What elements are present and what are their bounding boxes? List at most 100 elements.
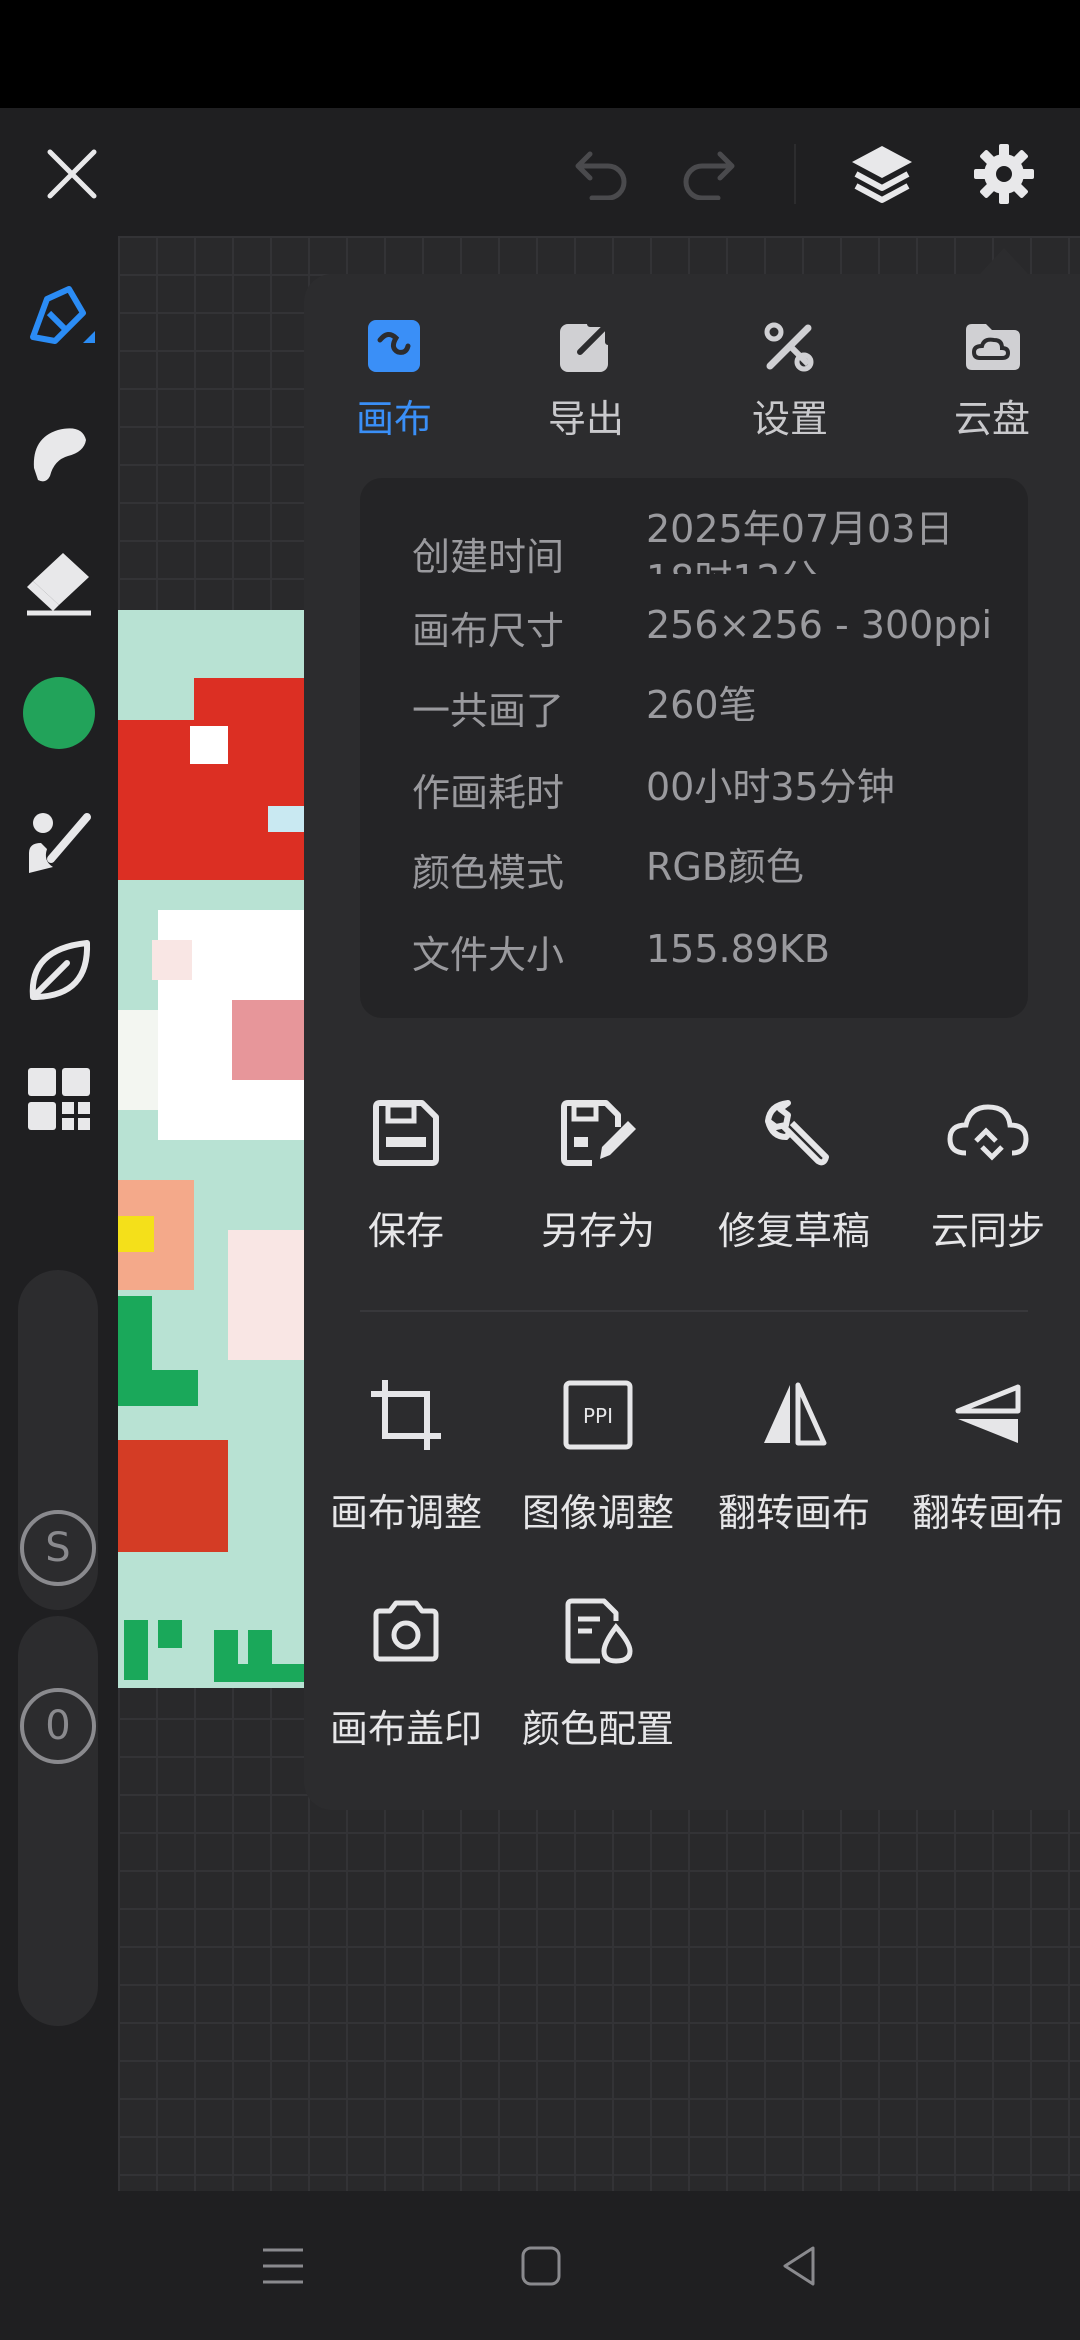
art-green-leaf [152,1370,198,1406]
grid-icon[interactable] [14,1054,104,1144]
info-value: 00小时35分钟 [646,765,895,809]
art-bottom [118,1620,304,1688]
cloud-sync-button[interactable]: 云同步 [890,1090,1080,1270]
settings-tools-icon [758,314,822,378]
info-key: 作画耗时 [412,771,565,815]
cloud-sync-icon [945,1090,1031,1176]
canvas-menu-panel: 画布 导出 设置 云盘 创建时间 2025年07月03日 18时12分 画布尺寸… [304,274,1080,1810]
info-row-file-size: 文件大小 155.89KB [412,902,1012,982]
eraser-icon[interactable] [14,538,104,628]
save-button[interactable]: 保存 [308,1090,504,1270]
canvas-info-card: 创建时间 2025年07月03日 18时12分 画布尺寸 256×256 - 3… [360,478,1028,1018]
action-label: 云同步 [930,1209,1045,1253]
color-config-icon [555,1588,641,1674]
action-label: 翻转画布 [717,1491,870,1535]
cloud-folder-icon [960,314,1024,378]
info-row-duration: 作画耗时 00小时35分钟 [412,740,1012,820]
canvas-stamp-button[interactable]: 画布盖印 [308,1588,504,1768]
system-nav-bar [0,2191,1080,2340]
layers-icon[interactable] [842,134,922,214]
repair-draft-button[interactable]: 修复草稿 [696,1090,892,1270]
status-bar [0,0,1080,108]
canvas-icon [362,314,426,378]
panel-caret [978,248,1030,276]
save-as-button[interactable]: 另存为 [500,1090,696,1270]
wrench-icon [751,1090,837,1176]
info-value: 155.89KB [646,927,830,971]
action-label: 画布盖印 [329,1707,482,1751]
art-yellow [118,1216,154,1252]
undo-icon[interactable] [562,136,638,212]
flip-horizontal-button[interactable]: 翻转画布 [696,1372,892,1552]
action-label: 保存 [367,1209,444,1253]
tab-cloud[interactable]: 云盘 [902,314,1080,454]
art-highlight [190,726,228,764]
crop-icon [363,1372,449,1458]
menu-icon[interactable] [248,2231,318,2301]
image-adjust-button[interactable]: PPI 图像调整 [500,1372,696,1552]
art-light-blue [268,806,304,832]
info-key: 文件大小 [412,933,565,977]
ppi-icon: PPI [555,1372,641,1458]
close-icon[interactable] [30,132,114,216]
action-label: 翻转画布 [911,1491,1064,1535]
tab-label: 画布 [355,397,432,441]
info-value: 260笔 [646,683,757,727]
opacity-slider[interactable] [18,1616,98,2026]
flip-horizontal-icon [751,1372,837,1458]
top-toolbar [0,108,1080,236]
info-row-created: 创建时间 2025年07月03日 18时12分 [412,504,1012,574]
info-value: RGB颜色 [646,845,804,889]
tab-label: 设置 [751,397,828,441]
art-pink-2 [232,1000,304,1080]
tab-settings[interactable]: 设置 [700,314,880,454]
tab-label: 云盘 [953,397,1030,441]
back-icon[interactable] [764,2231,834,2301]
art-pink-1 [152,940,192,980]
smudge-icon[interactable] [14,408,104,498]
art-red-pot [118,1440,228,1552]
home-icon[interactable] [506,2231,576,2301]
art-white-left [118,1010,158,1110]
info-row-size: 画布尺寸 256×256 - 300ppi [412,578,1012,658]
artwork-canvas[interactable] [118,610,304,1688]
pen-icon[interactable] [14,274,104,364]
canvas-adjust-button[interactable]: 画布调整 [308,1372,504,1552]
actions-divider [360,1310,1028,1312]
color-swatch[interactable] [14,668,104,758]
action-label: 颜色配置 [521,1707,674,1751]
save-as-icon [555,1090,641,1176]
info-key: 画布尺寸 [412,609,565,653]
info-row-strokes: 一共画了 260笔 [412,658,1012,738]
color-config-button[interactable]: 颜色配置 [500,1588,696,1768]
gear-icon[interactable] [962,132,1046,216]
brush-palette-icon[interactable] [14,798,104,888]
info-value: 256×256 - 300ppi [646,603,993,647]
tab-canvas[interactable]: 画布 [304,314,484,454]
leaf-icon[interactable] [14,926,104,1016]
action-label: 修复草稿 [717,1209,870,1253]
info-key: 颜色模式 [412,851,565,895]
tool-sidebar: S 0 [0,236,118,2191]
flip-vertical-button[interactable]: 翻转画布 [890,1372,1080,1552]
action-label: 图像调整 [521,1491,674,1535]
info-key: 一共画了 [412,689,565,733]
opacity-badge[interactable]: 0 [20,1688,96,1764]
action-label: 画布调整 [329,1491,482,1535]
redo-icon[interactable] [672,136,748,212]
action-label: 另存为 [540,1209,655,1253]
info-row-color-mode: 颜色模式 RGB颜色 [412,820,1012,900]
info-key: 创建时间 [412,535,565,574]
info-value: 2025年07月03日 18时12分 [646,507,954,574]
current-color-dot [23,677,95,749]
art-pink-3 [228,1230,304,1360]
svg-text:PPI: PPI [583,1404,613,1428]
size-badge[interactable]: S [20,1510,96,1586]
art-green-stem [118,1296,152,1406]
tab-export[interactable]: 导出 [496,314,676,454]
flip-vertical-icon [945,1372,1031,1458]
export-icon [554,314,618,378]
camera-icon [363,1588,449,1674]
save-icon [363,1090,449,1176]
tab-label: 导出 [547,397,624,441]
